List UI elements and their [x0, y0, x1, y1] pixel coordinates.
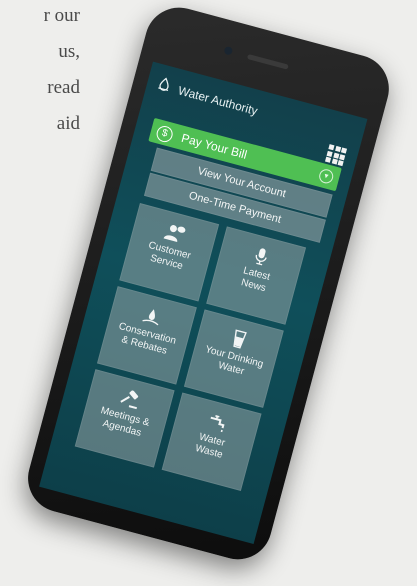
- tile-latest-news[interactable]: Latest News: [206, 226, 307, 325]
- customer-service-icon: [163, 225, 186, 242]
- speaker-grille: [246, 53, 289, 70]
- background-text-line: r our: [43, 5, 80, 26]
- tile-customer-service[interactable]: Customer Service: [119, 203, 220, 302]
- grid-menu-icon[interactable]: [324, 144, 348, 167]
- app-title: Water Authority: [176, 83, 260, 119]
- water-splash-icon: [142, 309, 159, 326]
- background-text-line: us,: [58, 41, 80, 62]
- tile-water-waste[interactable]: Water Waste: [161, 392, 262, 491]
- background-text-line: aid: [56, 113, 80, 134]
- chevron-down-icon[interactable]: ▾: [317, 167, 335, 185]
- gavel-icon: [120, 390, 139, 410]
- camera-icon: [223, 45, 234, 56]
- tile-drinking-water[interactable]: Your Drinking Water: [183, 309, 284, 408]
- microphone-icon: [255, 248, 267, 266]
- dollar-circle-icon: $: [154, 124, 175, 144]
- glass-icon: [233, 329, 247, 349]
- tile-meetings-agendas[interactable]: Meetings & Agendas: [74, 369, 175, 468]
- water-drop-icon: [158, 77, 169, 92]
- faucet-icon: [210, 415, 225, 433]
- tile-conservation-rebates[interactable]: Conservation & Rebates: [96, 286, 197, 385]
- background-text-line: read: [47, 77, 80, 98]
- background-text: r our us, read aid: [0, 0, 110, 142]
